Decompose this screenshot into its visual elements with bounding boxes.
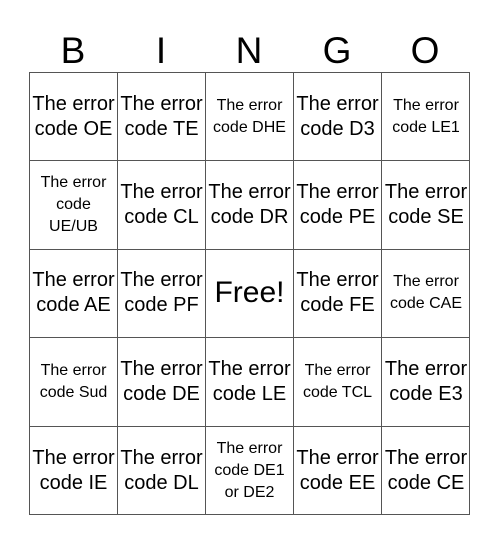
bingo-cell-g-5[interactable]: The error code EE <box>294 426 382 515</box>
bingo-cell-i-1[interactable]: The error code TE <box>118 73 206 162</box>
bingo-cell-o-4[interactable]: The error code E3 <box>382 338 470 427</box>
bingo-cell-label: The error code DE1 or DE2 <box>214 439 285 501</box>
bingo-cell-label: The error code LE1 <box>392 96 460 136</box>
bingo-cell-i-5[interactable]: The error code DL <box>118 426 206 515</box>
bingo-cell-g-3[interactable]: The error code FE <box>294 249 382 339</box>
header-letter-o: O <box>410 30 440 71</box>
bingo-cell-o-1[interactable]: The error code LE1 <box>382 73 470 162</box>
bingo-cell-label: The error code EE <box>296 446 379 494</box>
bingo-cell-label: The error code DE <box>120 357 203 405</box>
bingo-cell-n-2[interactable]: The error code DR <box>206 161 294 250</box>
bingo-cell-label: The error code DL <box>120 446 203 494</box>
bingo-cell-label: The error code PF <box>120 269 203 317</box>
bingo-cell-label: The error code E3 <box>384 357 468 405</box>
header-letter-b: B <box>60 30 86 71</box>
bingo-cell-g-1[interactable]: The error code D3 <box>294 73 382 162</box>
free-space-label: Free! <box>214 276 285 310</box>
bingo-cell-i-4[interactable]: The error code DE <box>118 338 206 427</box>
bingo-cell-i-3[interactable]: The error code PF <box>118 249 206 339</box>
bingo-cell-n-4[interactable]: The error code LE <box>206 338 294 427</box>
bingo-cell-b-1[interactable]: The error code OE <box>30 73 118 162</box>
bingo-cell-label: The error code AE <box>32 269 115 317</box>
bingo-cell-g-2[interactable]: The error code PE <box>294 161 382 250</box>
bingo-cell-label: The error code IE <box>32 446 115 494</box>
bingo-cell-label: The error code PE <box>296 181 379 229</box>
bingo-cell-label: The error code D3 <box>296 92 379 140</box>
bingo-cell-label: The error code DHE <box>213 96 286 136</box>
bingo-cell-label: The error code CE <box>384 446 468 494</box>
bingo-cell-b-3[interactable]: The error code AE <box>30 249 118 339</box>
bingo-cell-label: The error code TCL <box>302 361 373 401</box>
header-letter-g: G <box>322 30 352 71</box>
bingo-cell-b-4[interactable]: The error code Sud <box>30 338 118 427</box>
bingo-cell-o-5[interactable]: The error code CE <box>382 427 470 515</box>
bingo-cell-n-5[interactable]: The error code DE1 or DE2 <box>206 426 294 515</box>
bingo-cell-label: The error code FE <box>296 269 379 317</box>
bingo-cell-label: The error code OE <box>32 92 115 140</box>
bingo-cell-label: The error code Sud <box>39 361 108 401</box>
bingo-header: B I N G O <box>29 30 469 72</box>
header-letter-i: I <box>155 30 167 71</box>
bingo-cell-label: The error code UE/UB <box>40 174 107 236</box>
bingo-cell-label: The error code CL <box>120 181 203 229</box>
bingo-cell-o-3[interactable]: The error code CAE <box>382 250 470 339</box>
header-letter-n: N <box>235 30 263 71</box>
bingo-cell-b-5[interactable]: The error code IE <box>30 426 118 515</box>
bingo-card-grid: The error code OE The error code TE The er… <box>29 72 470 515</box>
bingo-cell-n-1[interactable]: The error code DHE <box>206 73 294 162</box>
free-space-cell[interactable]: Free! <box>206 249 294 339</box>
bingo-cell-label: The error code TE <box>120 92 203 140</box>
bingo-cell-label: The error code SE <box>384 181 468 229</box>
bingo-cell-label: The error code DR <box>208 181 291 229</box>
bingo-cell-b-2[interactable]: The error code UE/UB <box>30 161 118 250</box>
bingo-cell-label: The error code LE <box>208 357 291 405</box>
bingo-cell-o-2[interactable]: The error code SE <box>382 161 470 250</box>
bingo-cell-g-4[interactable]: The error code TCL <box>294 338 382 427</box>
bingo-cell-i-2[interactable]: The error code CL <box>118 161 206 250</box>
bingo-cell-label: The error code CAE <box>389 273 463 313</box>
